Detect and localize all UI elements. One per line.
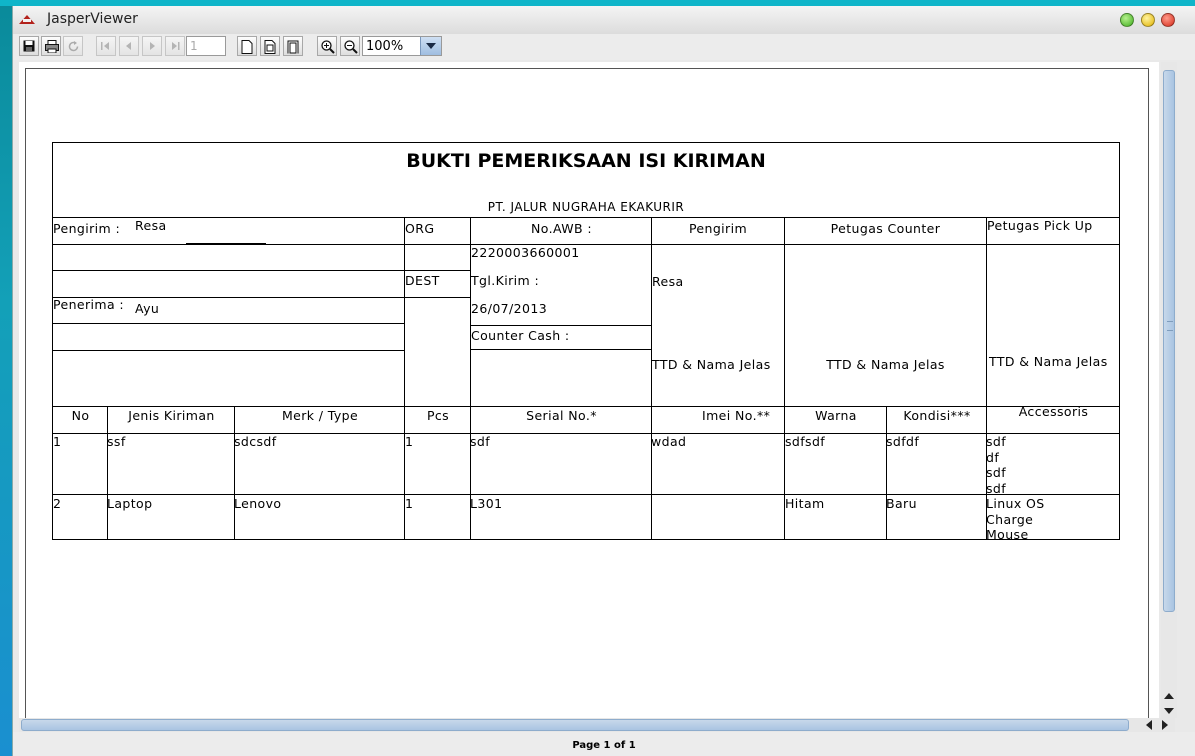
row1-warna: sdfsdf	[785, 434, 826, 449]
row2-no: 2	[53, 496, 62, 511]
fit-width-icon	[287, 40, 299, 54]
scroll-up-icon[interactable]	[1163, 690, 1175, 702]
horizontal-scroll-thumb[interactable]	[21, 719, 1129, 731]
items-header-serial: Serial No.*	[526, 408, 597, 423]
row2-merk: Lenovo	[234, 496, 282, 511]
maximize-button[interactable]	[1120, 13, 1134, 27]
row2-accessoris: Linux OS Charge Mouse	[986, 496, 1045, 542]
next-page-button[interactable]	[142, 36, 162, 56]
col-petugas-counter-header: Petugas Counter	[830, 221, 941, 236]
first-page-icon	[101, 42, 109, 50]
penerima-label: Penerima :	[53, 297, 125, 312]
row1-kondisi: sdfdf	[886, 434, 920, 449]
row1-merk: sdcsdf	[234, 434, 277, 449]
ttd-pengirim: TTD & Nama Jelas	[652, 357, 771, 372]
last-page-icon	[172, 42, 180, 50]
save-button[interactable]	[19, 36, 39, 56]
reload-icon	[68, 41, 79, 52]
row2-pcs: 1	[405, 496, 414, 511]
items-header-merk: Merk / Type	[281, 408, 359, 423]
vertical-scroll-thumb[interactable]	[1163, 70, 1175, 612]
row1-accessoris: sdf df sdf sdf	[986, 434, 1007, 496]
viewer-toolbar: 100%	[13, 34, 1195, 60]
org-label: ORG	[405, 221, 435, 236]
awb-number: 2220003660001	[471, 245, 580, 260]
items-header-jenis: Jenis Kiriman	[128, 408, 215, 423]
row1-imei: wdad	[651, 434, 687, 449]
chevron-down-icon[interactable]	[420, 37, 441, 55]
company-name: PT. JALUR NUGRAHA EKAKURIR	[487, 200, 685, 214]
close-button[interactable]	[1161, 13, 1175, 27]
zoom-out-icon	[344, 40, 358, 54]
row1-pcs: 1	[405, 434, 414, 449]
report-page: BUKTI PEMERIKSAAN ISI KIRIMAN PT. JALUR …	[25, 68, 1149, 718]
status-bar: Page 1 of 1	[13, 732, 1195, 756]
items-header-accessoris: Accessoris	[1018, 404, 1089, 419]
row2-serial: L301	[470, 496, 503, 511]
ttd-petugas-counter: TTD & Nama Jelas	[826, 357, 945, 372]
report-title: BUKTI PEMERIKSAAN ISI KIRIMAN	[406, 150, 766, 172]
page-status: Page 1 of 1	[572, 740, 636, 751]
zoom-out-button[interactable]	[340, 36, 360, 56]
scroll-down-icon[interactable]	[1163, 705, 1175, 717]
row2-warna: Hitam	[785, 496, 825, 511]
minimize-button[interactable]	[1141, 13, 1155, 27]
print-button[interactable]	[41, 36, 61, 56]
col-petugas-pickup-header: Petugas Pick Up	[987, 218, 1093, 233]
col-pengirim-header: Pengirim	[688, 221, 748, 236]
zoom-select[interactable]: 100%	[362, 36, 442, 56]
horizontal-scrollbar[interactable]	[19, 718, 1175, 732]
sign-pengirim-value: Resa	[652, 274, 684, 289]
scroll-left-icon[interactable]	[1143, 719, 1155, 731]
jasper-viewer-window: JasperViewer 1 100% BUKTI PEMERIKSAAN IS…	[12, 6, 1195, 756]
previous-page-button[interactable]	[119, 36, 139, 56]
page-number-input[interactable]	[186, 36, 226, 56]
report-form: BUKTI PEMERIKSAAN ISI KIRIMAN PT. JALUR …	[52, 142, 1120, 542]
zoom-in-icon	[321, 40, 335, 54]
items-header-imei: Imei No.**	[702, 408, 771, 423]
page-icon	[241, 40, 253, 54]
tgl-kirim-value: 26/07/2013	[471, 301, 548, 316]
row2-kondisi: Baru	[886, 496, 917, 511]
next-page-icon	[150, 42, 155, 50]
items-header-kondisi: Kondisi***	[903, 408, 971, 423]
fit-width-button[interactable]	[283, 36, 303, 56]
pengirim-label: Pengirim :	[53, 221, 121, 236]
title-bar[interactable]: JasperViewer	[13, 6, 1195, 35]
floppy-disk-icon	[23, 40, 35, 52]
row1-serial: sdf	[470, 434, 491, 449]
penerima-value: Ayu	[135, 301, 160, 316]
vertical-scrollbar[interactable]	[1161, 62, 1177, 718]
previous-page-icon	[126, 42, 131, 50]
app-menu-icon[interactable]	[19, 15, 35, 24]
tgl-kirim-label: Tgl.Kirim :	[471, 273, 540, 288]
fit-page-icon	[264, 40, 276, 54]
row1-jenis: ssf	[107, 434, 126, 449]
items-header-warna: Warna	[815, 408, 857, 423]
scroll-right-icon[interactable]	[1159, 719, 1171, 731]
pengirim-value: Resa	[135, 218, 167, 233]
row2-jenis: Laptop	[107, 496, 153, 511]
dest-label: DEST	[405, 273, 440, 288]
reload-button[interactable]	[63, 36, 83, 56]
first-page-button[interactable]	[96, 36, 116, 56]
ttd-petugas-pickup: TTD & Nama Jelas	[989, 354, 1108, 369]
zoom-in-button[interactable]	[317, 36, 337, 56]
actual-size-button[interactable]	[237, 36, 257, 56]
items-header-pcs: Pcs	[426, 408, 450, 423]
row1-no: 1	[53, 434, 62, 449]
report-viewport[interactable]: BUKTI PEMERIKSAAN ISI KIRIMAN PT. JALUR …	[19, 62, 1159, 718]
zoom-value: 100%	[366, 39, 404, 54]
items-header-no: No	[71, 408, 90, 423]
fit-page-button[interactable]	[260, 36, 280, 56]
last-page-button[interactable]	[165, 36, 185, 56]
printer-icon	[45, 40, 59, 53]
window-title: JasperViewer	[47, 11, 138, 27]
awb-label: No.AWB :	[531, 221, 592, 236]
counter-cash-label: Counter Cash :	[471, 328, 570, 343]
